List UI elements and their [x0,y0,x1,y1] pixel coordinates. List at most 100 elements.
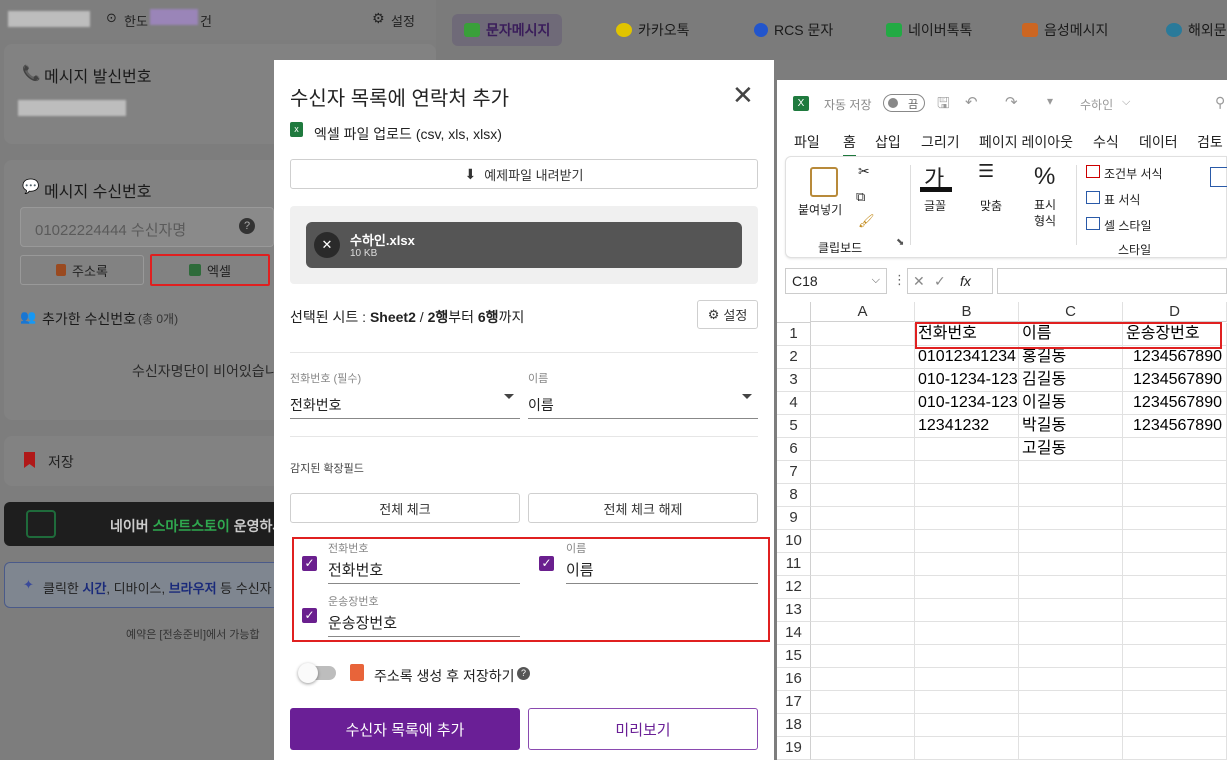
align-label[interactable]: 맞춤 [980,197,1002,214]
row-header[interactable]: 14 [777,622,811,645]
cell[interactable] [915,668,1019,691]
cell[interactable] [1019,461,1123,484]
cell[interactable]: 고길동 [1019,438,1123,461]
cell[interactable] [915,622,1019,645]
file-drop-area[interactable]: ✕ 수하인.xlsx 10 KB [290,206,758,284]
cell[interactable] [915,714,1019,737]
cell[interactable] [1123,530,1227,553]
more-icon[interactable]: ⋮ [893,272,906,288]
cell[interactable] [915,484,1019,507]
add-to-list-button[interactable]: 수신자 목록에 추가 [290,708,520,750]
cell[interactable]: 12341232 [915,415,1019,438]
row-header[interactable]: 10 [777,530,811,553]
preview-button[interactable]: 미리보기 [528,708,758,750]
cell[interactable] [811,645,915,668]
settings-link[interactable]: 설정 [391,11,415,30]
row-header[interactable]: 1 [777,323,811,346]
sheet-grid[interactable]: A B C D 1 전화번호 이름 운송장번호 2 01012341234 홍길동 12345… [777,302,1227,760]
cell[interactable] [1123,691,1227,714]
cell[interactable] [915,599,1019,622]
cell[interactable] [811,484,915,507]
number-format-label[interactable]: 표시 형식 [1034,197,1056,229]
paste-label[interactable]: 붙여넣기 [798,201,842,218]
column-header-a[interactable]: A [811,302,915,322]
cell[interactable] [1123,576,1227,599]
field-phone-value[interactable]: 전화번호 [328,559,383,580]
row-header[interactable]: 5 [777,415,811,438]
ribbon-tab-review[interactable]: 검토 [1197,132,1223,152]
cell[interactable] [1123,645,1227,668]
percent-icon[interactable]: % [1034,163,1055,191]
function-icon[interactable]: fx [960,273,971,289]
cell[interactable] [1123,484,1227,507]
cell[interactable]: 010-1234-1234 [915,392,1019,415]
cell[interactable] [1123,553,1227,576]
remove-file-icon[interactable]: ✕ [314,232,340,258]
cell[interactable] [1019,484,1123,507]
field-phone-checkbox[interactable]: ✓ [302,556,317,571]
cell[interactable] [915,553,1019,576]
cell-style-button[interactable]: 셀 스타일 [1104,217,1152,234]
cell[interactable]: 1234567890 [1123,392,1227,415]
excel-button[interactable]: 엑셀 [150,254,270,286]
ribbon-tab-draw[interactable]: 그리기 [921,132,960,152]
row-header[interactable]: 13 [777,599,811,622]
cell[interactable]: 1234567890 [1123,415,1227,438]
check-icon[interactable]: ✓ [934,273,946,290]
search-icon[interactable]: ⚲ [1215,94,1225,111]
cell[interactable] [1019,553,1123,576]
row-header[interactable]: 7 [777,461,811,484]
undo-icon[interactable]: ↶ [965,93,978,111]
align-icon[interactable]: ☰ [978,162,994,180]
uncheck-all-button[interactable]: 전체 체크 해제 [528,493,758,523]
tab-kakaotalk[interactable]: 카카오톡 [616,14,690,46]
cell[interactable]: 김길동 [1019,369,1123,392]
cell[interactable] [1019,714,1123,737]
gear-icon[interactable]: ⚙ [372,10,385,27]
column-header-d[interactable]: D [1123,302,1227,322]
row-header[interactable]: 9 [777,507,811,530]
cell[interactable] [811,507,915,530]
ribbon-tab-layout[interactable]: 페이지 레이아웃 [979,132,1073,152]
row-header[interactable]: 19 [777,737,811,760]
cell[interactable] [915,576,1019,599]
receiver-input[interactable]: 01022224444 수신자명 ? [20,207,274,247]
cell[interactable] [811,668,915,691]
cell[interactable] [915,530,1019,553]
cell[interactable] [811,323,915,346]
cell[interactable] [915,691,1019,714]
dialog-launcher-icon[interactable]: ⬊ [896,237,904,248]
cell[interactable] [811,530,915,553]
font-label[interactable]: 글꼴 [924,197,946,214]
cell[interactable] [915,438,1019,461]
tab-sms[interactable]: 문자메시지 [452,14,563,46]
cell[interactable]: 이길동 [1019,392,1123,415]
cell[interactable] [915,645,1019,668]
row-header[interactable]: 16 [777,668,811,691]
tab-rcs[interactable]: RCS 문자 [754,14,833,46]
cell[interactable] [1123,507,1227,530]
cells-icon[interactable] [1210,167,1227,187]
cell[interactable] [811,576,915,599]
field-tracking-checkbox[interactable]: ✓ [302,608,317,623]
cell[interactable] [1019,507,1123,530]
cell[interactable] [1019,599,1123,622]
cell[interactable] [1123,622,1227,645]
row-header[interactable]: 11 [777,553,811,576]
addressbook-toggle[interactable] [298,663,336,683]
cut-icon[interactable]: ✂ [858,163,870,180]
row-header[interactable]: 18 [777,714,811,737]
cell[interactable] [1019,530,1123,553]
download-sample-button[interactable]: ⬇ 예제파일 내려받기 [290,159,758,189]
cell[interactable] [811,392,915,415]
redo-icon[interactable]: ↷ [1005,93,1018,111]
cell[interactable] [1123,714,1227,737]
row-header[interactable]: 8 [777,484,811,507]
row-header[interactable]: 4 [777,392,811,415]
cell[interactable] [811,714,915,737]
paste-icon[interactable] [810,167,838,197]
copy-icon[interactable]: ⧉ [856,189,865,205]
cell[interactable] [811,438,915,461]
row-header[interactable]: 2 [777,346,811,369]
ribbon-tab-formulas[interactable]: 수식 [1093,132,1119,152]
